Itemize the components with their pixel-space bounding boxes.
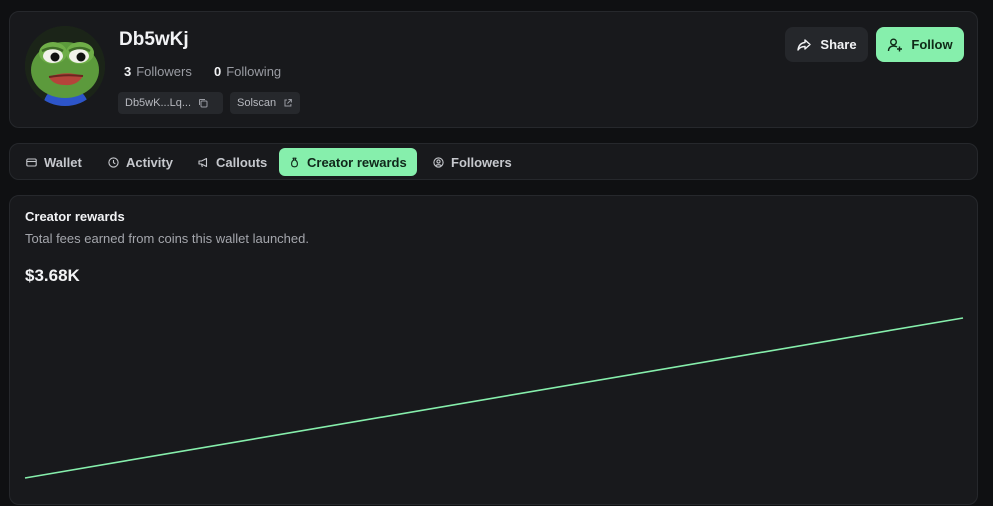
avatar[interactable] bbox=[25, 26, 105, 106]
username: Db5wKj bbox=[119, 29, 189, 50]
money-bag-icon bbox=[291, 157, 298, 167]
user-plus-icon bbox=[888, 38, 903, 51]
tab-label: Creator rewards bbox=[307, 154, 407, 170]
followers-count: 3 bbox=[124, 64, 132, 79]
megaphone-icon bbox=[198, 157, 208, 167]
wallet-address-chip[interactable]: Db5wK...Lq... bbox=[118, 92, 223, 114]
tab-activity[interactable]: Activity bbox=[98, 148, 183, 176]
wallet-address: Db5wK...Lq... bbox=[125, 97, 192, 109]
copy-icon[interactable] bbox=[198, 98, 208, 108]
followers-stat[interactable]: 3 Followers bbox=[124, 64, 192, 79]
following-stat[interactable]: 0 Following bbox=[214, 64, 281, 79]
rewards-chart bbox=[24, 317, 964, 479]
tab-label: Wallet bbox=[44, 154, 82, 170]
share-label: Share bbox=[820, 37, 857, 52]
creator-rewards-panel: Creator rewards Total fees earned from c… bbox=[9, 195, 978, 505]
user-circle-icon bbox=[433, 156, 444, 168]
tab-callouts[interactable]: Callouts bbox=[188, 148, 277, 176]
solscan-label: Solscan bbox=[237, 97, 277, 109]
profile-card: Db5wKj 3 Followers 0 Following Db5wK...Lq.… bbox=[9, 11, 978, 128]
external-link-icon bbox=[284, 99, 293, 107]
rewards-series-line bbox=[24, 317, 964, 479]
share-button[interactable]: Share bbox=[785, 27, 868, 62]
following-label: Following bbox=[226, 64, 282, 79]
wallet-icon bbox=[26, 157, 37, 167]
follow-label: Follow bbox=[911, 37, 953, 52]
clock-icon bbox=[108, 156, 119, 168]
following-count: 0 bbox=[214, 64, 222, 79]
share-arrow-icon bbox=[797, 38, 812, 51]
follow-button[interactable]: Follow bbox=[876, 27, 964, 62]
tab-wallet[interactable]: Wallet bbox=[16, 148, 92, 176]
solscan-link[interactable]: Solscan bbox=[230, 92, 300, 114]
tab-label: Activity bbox=[126, 154, 173, 170]
tab-label: Followers bbox=[451, 154, 512, 170]
followers-label: Followers bbox=[136, 64, 192, 79]
tab-label: Callouts bbox=[216, 154, 268, 170]
tab-followers[interactable]: Followers bbox=[423, 148, 522, 176]
pepe-frog-avatar-icon bbox=[25, 26, 105, 106]
tab-creator-rewards[interactable]: Creator rewards bbox=[279, 148, 417, 176]
profile-tabs: Wallet Activity Callouts Creator rewards… bbox=[9, 143, 978, 180]
